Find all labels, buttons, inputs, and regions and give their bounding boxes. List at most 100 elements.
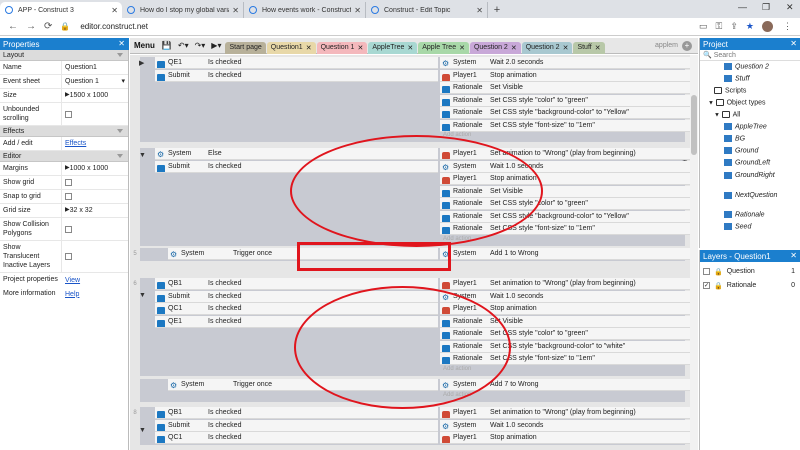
checkbox[interactable] [65,179,72,186]
help-link[interactable]: View [65,276,80,285]
property-link[interactable]: Help [62,287,128,301]
lock-icon[interactable]: 🔒 [714,268,723,276]
search-field[interactable]: 🔍 Search [700,50,800,61]
save-icon[interactable]: 💾 [162,41,172,50]
key-icon[interactable]: ⚿ [716,21,723,32]
action-row[interactable]: Rationale Set Visible [440,82,690,94]
layer-visible-checkbox[interactable]: ✓ [703,282,710,289]
expand-arrow-icon[interactable]: ▼ [714,112,722,118]
project-tree-item[interactable]: AppleTree [724,123,767,130]
forward-icon[interactable]: → [26,21,36,32]
condition-row[interactable]: Submit Is checked [155,69,438,82]
close-tab-icon[interactable]: ✕ [354,6,361,15]
layer-visible-checkbox[interactable] [703,268,710,275]
browser-tab[interactable]: How do I stop my global variable✕ [122,2,244,18]
condition-row[interactable]: Submit Is checked [155,419,438,432]
project-tree-item[interactable]: NextQuestion [724,191,784,200]
action-row[interactable]: ⚙ System Wait 2.0 seconds [440,57,690,69]
minimize-button[interactable]: — [738,2,747,12]
menu-button[interactable]: Menu [130,41,159,50]
close-tab-icon[interactable]: ✕ [563,44,569,52]
checkbox[interactable] [65,253,72,260]
browser-tab[interactable]: APP - Construct 3 ✕ [0,2,122,18]
project-tree-item[interactable]: Seed [724,223,751,230]
play-icon[interactable]: ▶▾ [211,41,221,50]
project-tree-item[interactable]: GroundRight [724,171,784,180]
close-tab-icon[interactable]: ✕ [407,44,413,52]
undo-icon[interactable]: ↶▾ [178,41,189,50]
project-tree-item[interactable]: GroundLeft [724,159,770,166]
close-tab-icon[interactable]: ✕ [459,44,465,52]
more-icon[interactable]: ⋮ [783,21,792,32]
action-row[interactable]: Player1 Set animation to "Wrong" (play fr… [440,407,690,419]
project-tree-item[interactable]: Question 2 [724,63,769,70]
close-tab-icon[interactable]: ✕ [476,6,483,15]
checkbox[interactable] [65,225,72,233]
property-value[interactable]: Effects [62,137,128,150]
project-tree-item[interactable]: ▼ All [714,111,740,118]
action-row[interactable]: ⚙ System Add 1 to Wrong [440,248,690,260]
editor-tab[interactable]: Start page [225,41,266,54]
action-row[interactable]: Rationale Set CSS style "font-size" to "1… [440,119,690,132]
close-tab-icon[interactable]: ✕ [111,6,118,15]
lock-icon[interactable]: 🔒 [714,282,723,290]
checkbox[interactable] [65,193,72,200]
action-row[interactable]: Player1 Set animation to "Wrong" (play fr… [440,278,690,290]
editor-tab[interactable]: Question 2 ✕ [521,41,573,54]
redo-icon[interactable]: ↷▾ [195,41,206,50]
close-icon[interactable]: ✕ [790,251,797,260]
reload-icon[interactable]: ⟳ [44,21,52,32]
close-tab-icon[interactable]: ✕ [357,44,363,52]
close-icon[interactable]: ✕ [118,39,125,48]
bookmark-star-icon[interactable]: ★ [746,21,754,32]
checkbox[interactable] [65,110,72,118]
maximize-button[interactable]: ❐ [762,2,770,13]
editor-tab[interactable]: Apple Tree ✕ [418,41,469,54]
browser-tab[interactable]: How events work - Construct 3 Ma✕ [244,2,366,18]
condition-row[interactable]: QC1 Is checked [155,432,438,444]
share-icon[interactable]: ⇪ [730,21,738,32]
url-field[interactable]: editor.construct.net [80,22,699,31]
property-value[interactable]: Question1 [62,61,128,74]
close-tab-icon[interactable]: ✕ [232,6,239,15]
vertical-scrollbar[interactable] [690,55,698,450]
project-tree-item[interactable]: BG [724,135,745,142]
editor-tab[interactable]: Stuff ✕ [573,41,605,54]
collapse-arrow-icon[interactable]: ▼ [139,152,146,159]
close-icon[interactable]: ✕ [790,39,797,48]
action-row[interactable]: Rationale Set CSS style "color" to "green… [440,94,690,107]
action-row[interactable]: ⚙ System Wait 1.0 seconds [440,419,690,432]
close-tab-icon[interactable]: ✕ [306,44,312,52]
profile-avatar[interactable] [762,21,773,32]
editor-tab[interactable]: Question 1 ✕ [316,41,368,54]
back-icon[interactable]: ← [8,21,18,32]
new-tab-button[interactable]: + [488,2,506,18]
property-value[interactable] [62,190,128,203]
property-link[interactable]: View [62,273,128,287]
property-value[interactable]: ▶ 32 x 32 [62,204,128,217]
browser-tab[interactable]: Construct - Edit Topic ✕ [366,2,488,18]
properties-section-header[interactable]: Effects [0,126,128,137]
property-value[interactable]: ▶ 1000 x 1000 [62,162,128,175]
layer-row[interactable]: ✓ 🔒 Rationale 0 [700,279,800,292]
project-tree-item[interactable]: Scripts [714,87,746,94]
add-user-icon[interactable]: + [682,40,692,51]
expand-arrow-icon[interactable]: ▼ [708,100,716,106]
properties-section-header[interactable]: Editor [0,151,128,162]
property-value[interactable] [62,103,128,125]
help-link[interactable]: Help [65,290,79,299]
close-tab-icon[interactable]: ✕ [511,44,517,52]
effects-link[interactable]: Effects [65,139,86,148]
project-tree-item[interactable]: Rationale [724,211,765,218]
action-row[interactable]: Rationale Set CSS style "background-color… [440,107,690,119]
condition-row[interactable]: QE1 Is checked [155,57,438,69]
properties-section-header[interactable]: Layout [0,50,128,61]
collapse-arrow-icon[interactable]: ▶ [139,59,144,67]
property-value[interactable]: Question 1 ▾ [62,75,128,88]
collapse-arrow-icon[interactable]: ▼ [139,292,146,299]
close-window-button[interactable]: ✕ [786,2,794,13]
editor-tab[interactable]: AppleTree ✕ [368,41,418,54]
project-tree-item[interactable]: Stuff [724,75,749,82]
property-value[interactable] [62,176,128,189]
property-value[interactable]: ▶ 1500 x 1000 [62,89,128,102]
